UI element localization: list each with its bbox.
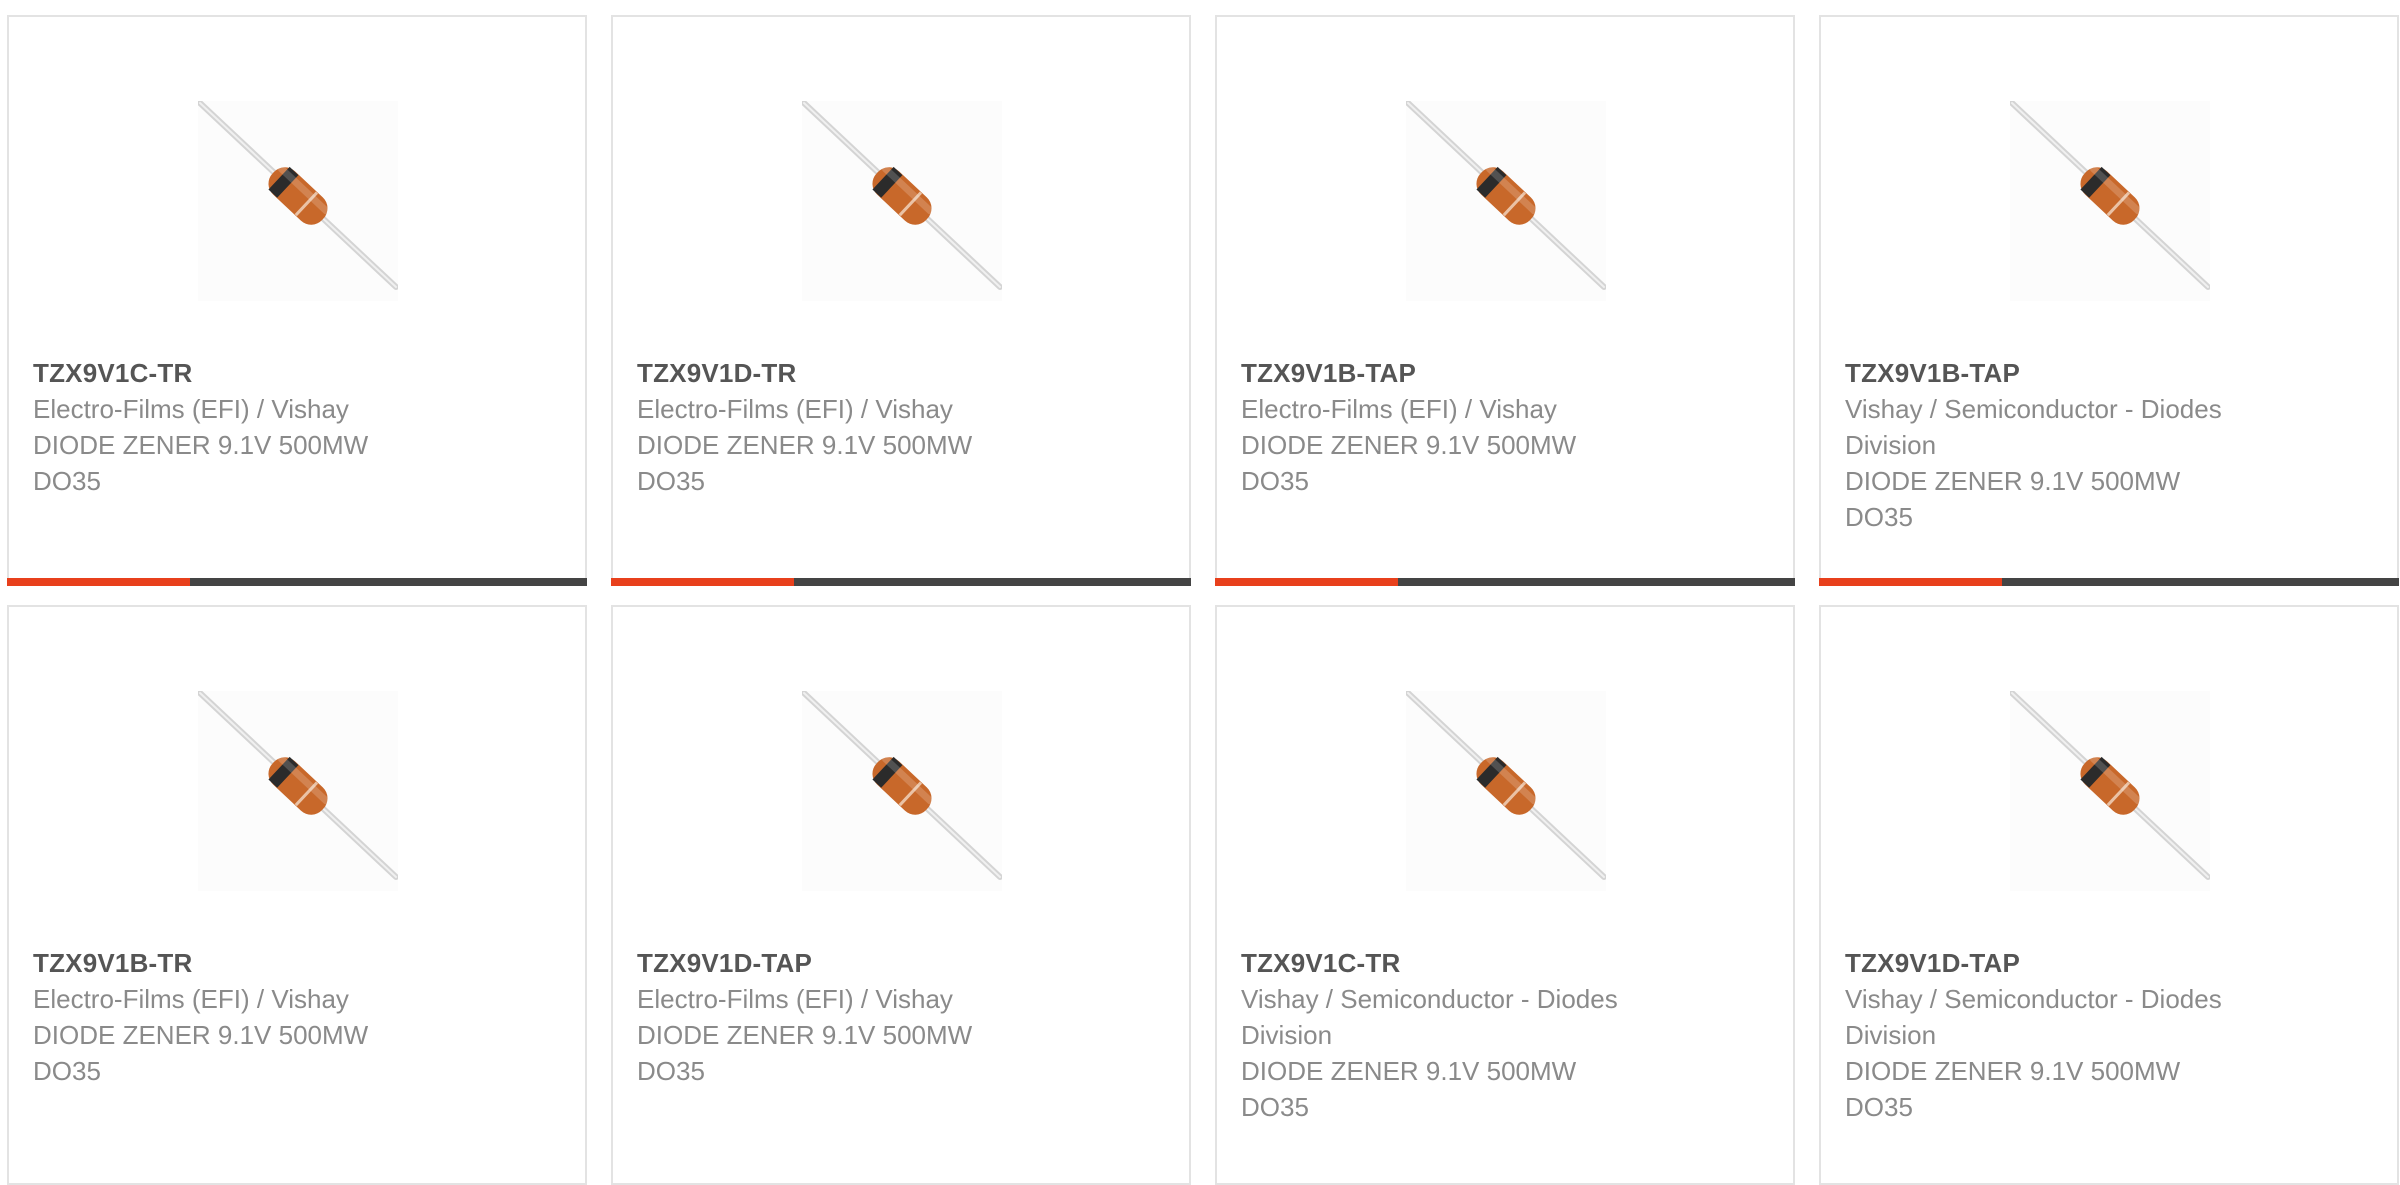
diode-axial-icon[interactable] (198, 101, 398, 301)
manufacturer: Vishay / Semiconductor - Diodes (1241, 984, 1618, 1014)
manufacturer: Electro-Films (EFI) / Vishay (637, 984, 953, 1014)
manufacturer: Vishay / Semiconductor - Diodes (1845, 984, 2222, 1014)
product-info: TZX9V1D-TAP Vishay / Semiconductor - Dio… (1845, 945, 2255, 1125)
description: DIODE ZENER 9.1V 500MW (1845, 1056, 2181, 1086)
diode-axial-icon[interactable] (2010, 691, 2210, 891)
part-number-link[interactable]: TZX9V1D-TAP (1845, 945, 2255, 981)
description: DIODE ZENER 9.1V 500MW (33, 1020, 369, 1050)
manufacturer: Electro-Films (EFI) / Vishay (33, 984, 349, 1014)
diode-axial-icon[interactable] (1406, 691, 1606, 891)
product-card[interactable]: TZX9V1D-TAP Vishay / Semiconductor - Dio… (1819, 605, 2399, 1185)
product-card[interactable]: TZX9V1B-TR Electro-Films (EFI) / Vishay … (7, 605, 587, 1185)
diode-image (1406, 101, 1606, 290)
product-card[interactable]: TZX9V1D-TAP Electro-Films (EFI) / Vishay… (611, 605, 1191, 1185)
manufacturer: Electro-Films (EFI) / Vishay (637, 394, 953, 424)
product-info: TZX9V1C-TR Electro-Films (EFI) / Vishay … (33, 355, 443, 499)
package: DO35 (1241, 466, 1309, 496)
product-card[interactable]: TZX9V1C-TR Vishay / Semiconductor - Diod… (1215, 605, 1795, 1185)
diode-axial-icon[interactable] (2010, 101, 2210, 301)
diode-axial-icon[interactable] (802, 101, 1002, 301)
manufacturer: Electro-Films (EFI) / Vishay (33, 394, 349, 424)
manufacturer-cont: Division (1845, 1020, 1937, 1050)
package: DO35 (33, 1056, 101, 1086)
part-number-link[interactable]: TZX9V1B-TAP (1241, 355, 1651, 391)
part-number-link[interactable]: TZX9V1C-TR (1241, 945, 1651, 981)
product-card[interactable]: TZX9V1B-TAP Electro-Films (EFI) / Vishay… (1215, 15, 1795, 586)
product-card[interactable]: TZX9V1B-TAP Vishay / Semiconductor - Dio… (1819, 15, 2399, 586)
part-number-link[interactable]: TZX9V1D-TR (637, 355, 1047, 391)
diode-image (2010, 691, 2210, 880)
card-accent-bar (611, 578, 794, 586)
card-accent-bar (1215, 578, 1398, 586)
card-footer-bar (1215, 578, 1795, 586)
product-info: TZX9V1D-TAP Electro-Films (EFI) / Vishay… (637, 945, 1047, 1089)
card-footer-bar (611, 578, 1191, 586)
diode-image (802, 691, 1002, 880)
product-card[interactable]: TZX9V1C-TR Electro-Films (EFI) / Vishay … (7, 15, 587, 586)
product-card[interactable]: TZX9V1D-TR Electro-Films (EFI) / Vishay … (611, 15, 1191, 586)
card-accent-bar (1819, 578, 2002, 586)
diode-axial-icon[interactable] (198, 691, 398, 891)
diode-axial-icon[interactable] (1406, 101, 1606, 301)
description: DIODE ZENER 9.1V 500MW (1845, 466, 2181, 496)
description: DIODE ZENER 9.1V 500MW (1241, 1056, 1577, 1086)
card-footer-bar (7, 578, 587, 586)
product-info: TZX9V1B-TAP Vishay / Semiconductor - Dio… (1845, 355, 2255, 535)
package: DO35 (637, 1056, 705, 1086)
product-info: TZX9V1B-TAP Electro-Films (EFI) / Vishay… (1241, 355, 1651, 499)
card-footer-bar (1819, 578, 2399, 586)
product-info: TZX9V1D-TR Electro-Films (EFI) / Vishay … (637, 355, 1047, 499)
diode-image (1406, 691, 1606, 880)
diode-image (198, 101, 398, 290)
manufacturer: Vishay / Semiconductor - Diodes (1845, 394, 2222, 424)
part-number-link[interactable]: TZX9V1C-TR (33, 355, 443, 391)
package: DO35 (1845, 502, 1913, 532)
diode-axial-icon[interactable] (802, 691, 1002, 891)
description: DIODE ZENER 9.1V 500MW (33, 430, 369, 460)
package: DO35 (33, 466, 101, 496)
manufacturer: Electro-Films (EFI) / Vishay (1241, 394, 1557, 424)
package: DO35 (637, 466, 705, 496)
diode-image (198, 691, 398, 880)
part-number-link[interactable]: TZX9V1D-TAP (637, 945, 1047, 981)
description: DIODE ZENER 9.1V 500MW (1241, 430, 1577, 460)
card-accent-bar (7, 578, 190, 586)
diode-image (2010, 101, 2210, 290)
manufacturer-cont: Division (1241, 1020, 1333, 1050)
description: DIODE ZENER 9.1V 500MW (637, 1020, 973, 1050)
package: DO35 (1241, 1092, 1309, 1122)
product-info: TZX9V1C-TR Vishay / Semiconductor - Diod… (1241, 945, 1651, 1125)
manufacturer-cont: Division (1845, 430, 1937, 460)
part-number-link[interactable]: TZX9V1B-TR (33, 945, 443, 981)
product-grid: TZX9V1C-TR Electro-Films (EFI) / Vishay … (0, 0, 2400, 1185)
part-number-link[interactable]: TZX9V1B-TAP (1845, 355, 2255, 391)
description: DIODE ZENER 9.1V 500MW (637, 430, 973, 460)
product-info: TZX9V1B-TR Electro-Films (EFI) / Vishay … (33, 945, 443, 1089)
package: DO35 (1845, 1092, 1913, 1122)
diode-image (802, 101, 1002, 290)
